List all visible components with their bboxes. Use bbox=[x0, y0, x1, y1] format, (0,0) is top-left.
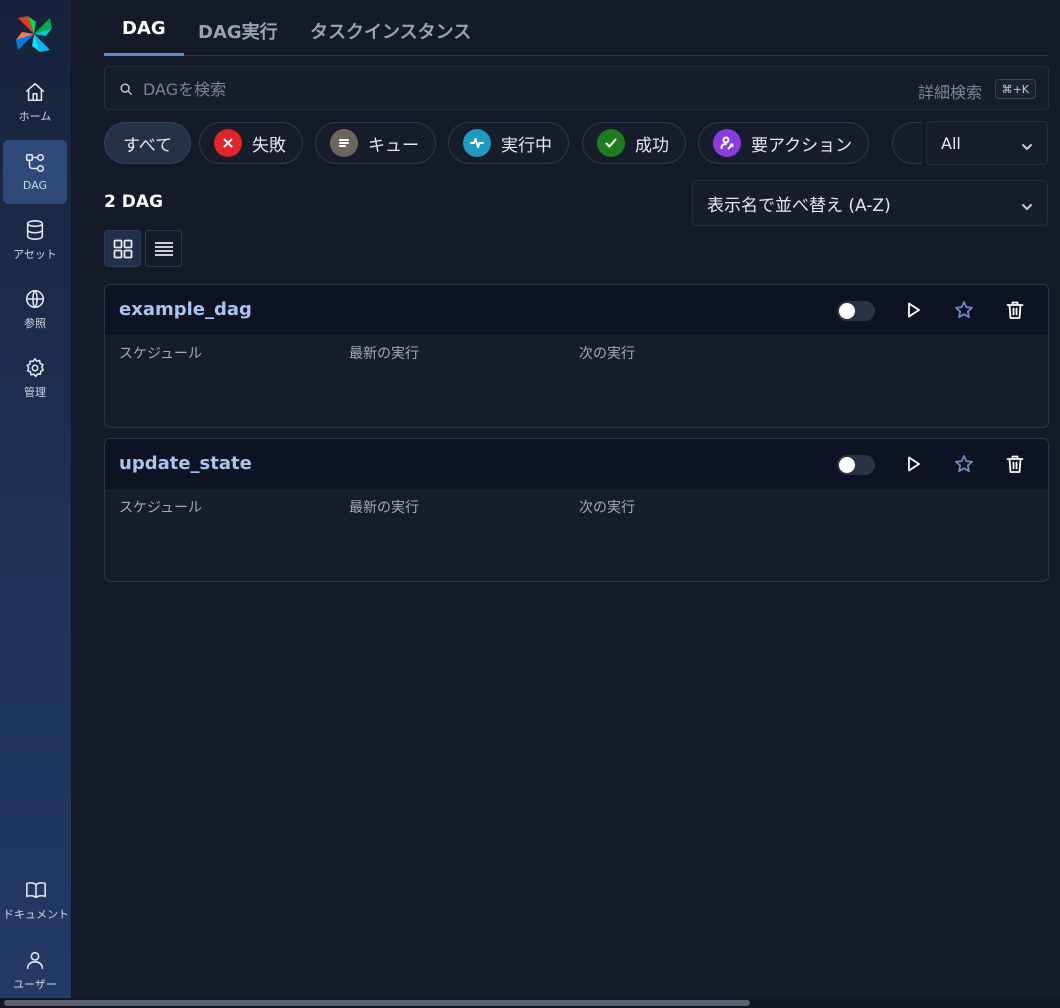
next-run-label: 次の実行 bbox=[579, 346, 635, 362]
search-icon bbox=[120, 83, 132, 95]
latest-run-label: 最新の実行 bbox=[349, 346, 419, 362]
dag-icon bbox=[25, 153, 45, 173]
check-icon bbox=[597, 129, 625, 157]
sidebar-item-browse[interactable]: 参照 bbox=[3, 277, 67, 341]
sort-value: 表示名で並べ替え (A-Z) bbox=[707, 195, 891, 216]
sidebar-item-label: ドキュメント bbox=[3, 907, 69, 921]
pause-toggle[interactable] bbox=[837, 455, 875, 475]
pause-toggle[interactable] bbox=[837, 301, 875, 321]
filter-label: キュー bbox=[368, 135, 419, 156]
sidebar-item-label: DAG bbox=[22, 179, 48, 192]
tab-dag[interactable]: DAG bbox=[104, 18, 184, 56]
schedule-label: スケジュール bbox=[119, 500, 203, 516]
filter-queued-button[interactable]: キュー bbox=[315, 122, 436, 164]
trigger-dag-button[interactable] bbox=[902, 299, 924, 321]
horizontal-scrollbar[interactable] bbox=[0, 998, 1060, 1008]
search-bar: 詳細検索 ⌘+K bbox=[104, 66, 1049, 110]
filter-overflow-button[interactable] bbox=[892, 122, 922, 164]
filter-success-button[interactable]: 成功 bbox=[582, 122, 686, 164]
search-input[interactable] bbox=[143, 75, 843, 103]
star-icon bbox=[955, 301, 973, 319]
tab-dag-runs[interactable]: DAG実行 bbox=[180, 18, 296, 56]
advanced-search-link[interactable]: 詳細検索 bbox=[918, 79, 982, 103]
chevron-down-icon bbox=[1021, 138, 1033, 150]
filter-label: 成功 bbox=[635, 135, 669, 156]
airflow-logo-icon[interactable] bbox=[14, 14, 54, 54]
schedule-label: スケジュール bbox=[119, 346, 203, 362]
dag-name-link[interactable]: example_dag bbox=[119, 299, 252, 320]
book-icon bbox=[26, 881, 46, 898]
sidebar-item-label: ユーザー bbox=[13, 977, 57, 991]
toggle-knob bbox=[839, 303, 855, 319]
star-icon bbox=[955, 455, 973, 473]
favorite-button[interactable] bbox=[953, 299, 975, 321]
tag-filter-value: All bbox=[941, 133, 961, 153]
sidebar-item-user[interactable]: ユーザー bbox=[3, 938, 67, 1002]
trigger-dag-button[interactable] bbox=[902, 453, 924, 475]
sidebar-item-label: 管理 bbox=[24, 385, 46, 399]
delete-dag-button[interactable] bbox=[1004, 299, 1026, 321]
card-view-button[interactable] bbox=[104, 230, 141, 267]
sidebar-item-label: 参照 bbox=[24, 316, 46, 330]
trash-icon bbox=[1006, 301, 1024, 319]
sidebar-item-home[interactable]: ホーム bbox=[3, 70, 67, 134]
tag-filter-select[interactable]: All bbox=[926, 121, 1048, 165]
sidebar-item-assets[interactable]: アセット bbox=[3, 208, 67, 272]
sidebar: ホーム DAG アセット 参照 管理 ドキュメント ユーザー bbox=[0, 0, 72, 1008]
next-run-label: 次の実行 bbox=[579, 500, 635, 516]
latest-run-label: 最新の実行 bbox=[349, 500, 419, 516]
globe-icon bbox=[25, 289, 45, 308]
sidebar-item-admin[interactable]: 管理 bbox=[3, 346, 67, 410]
favorite-button[interactable] bbox=[953, 453, 975, 475]
dag-count: 2 DAG bbox=[104, 192, 163, 212]
chevron-down-icon bbox=[1021, 198, 1033, 210]
sidebar-item-label: ホーム bbox=[18, 109, 52, 123]
dag-name-link[interactable]: update_state bbox=[119, 453, 252, 474]
x-icon bbox=[214, 129, 242, 157]
scrollbar-thumb[interactable] bbox=[4, 1000, 750, 1006]
database-icon bbox=[26, 219, 44, 240]
tab-bar: DAG DAG実行 タスクインスタンス bbox=[104, 0, 1049, 56]
dag-card: update_state スケジュール 最新の実行 次の実行 bbox=[104, 438, 1049, 582]
list-icon bbox=[154, 241, 173, 256]
sidebar-item-label: アセット bbox=[13, 247, 57, 261]
filter-label: 要アクション bbox=[751, 135, 853, 156]
tab-task-instances[interactable]: タスクインスタンス bbox=[292, 18, 489, 56]
sort-select[interactable]: 表示名で並べ替え (A-Z) bbox=[692, 180, 1048, 226]
play-icon bbox=[908, 302, 920, 318]
user-action-icon bbox=[713, 129, 741, 157]
delete-dag-button[interactable] bbox=[1004, 453, 1026, 475]
gear-icon bbox=[26, 357, 45, 377]
shortcut-badge: ⌘+K bbox=[994, 79, 1036, 99]
table-view-button[interactable] bbox=[145, 230, 182, 267]
grid-icon bbox=[113, 239, 132, 258]
sidebar-item-docs[interactable]: ドキュメント bbox=[0, 868, 72, 932]
filter-all-button[interactable]: すべて bbox=[104, 122, 192, 164]
toggle-knob bbox=[839, 457, 855, 473]
play-icon bbox=[908, 456, 920, 472]
filter-label: 実行中 bbox=[501, 135, 552, 156]
user-icon bbox=[26, 951, 44, 969]
pulse-icon bbox=[463, 129, 491, 157]
home-icon bbox=[25, 82, 45, 101]
trash-icon bbox=[1006, 455, 1024, 473]
filter-needs-action-button[interactable]: 要アクション bbox=[698, 122, 870, 164]
filter-label: すべて bbox=[123, 135, 173, 156]
filter-failed-button[interactable]: 失敗 bbox=[199, 122, 303, 164]
queue-icon bbox=[330, 129, 358, 157]
dag-card: example_dag スケジュール 最新の実行 次の実行 bbox=[104, 284, 1049, 428]
filter-running-button[interactable]: 実行中 bbox=[448, 122, 569, 164]
filter-label: 失敗 bbox=[252, 135, 286, 156]
sidebar-item-dag[interactable]: DAG bbox=[3, 140, 67, 204]
